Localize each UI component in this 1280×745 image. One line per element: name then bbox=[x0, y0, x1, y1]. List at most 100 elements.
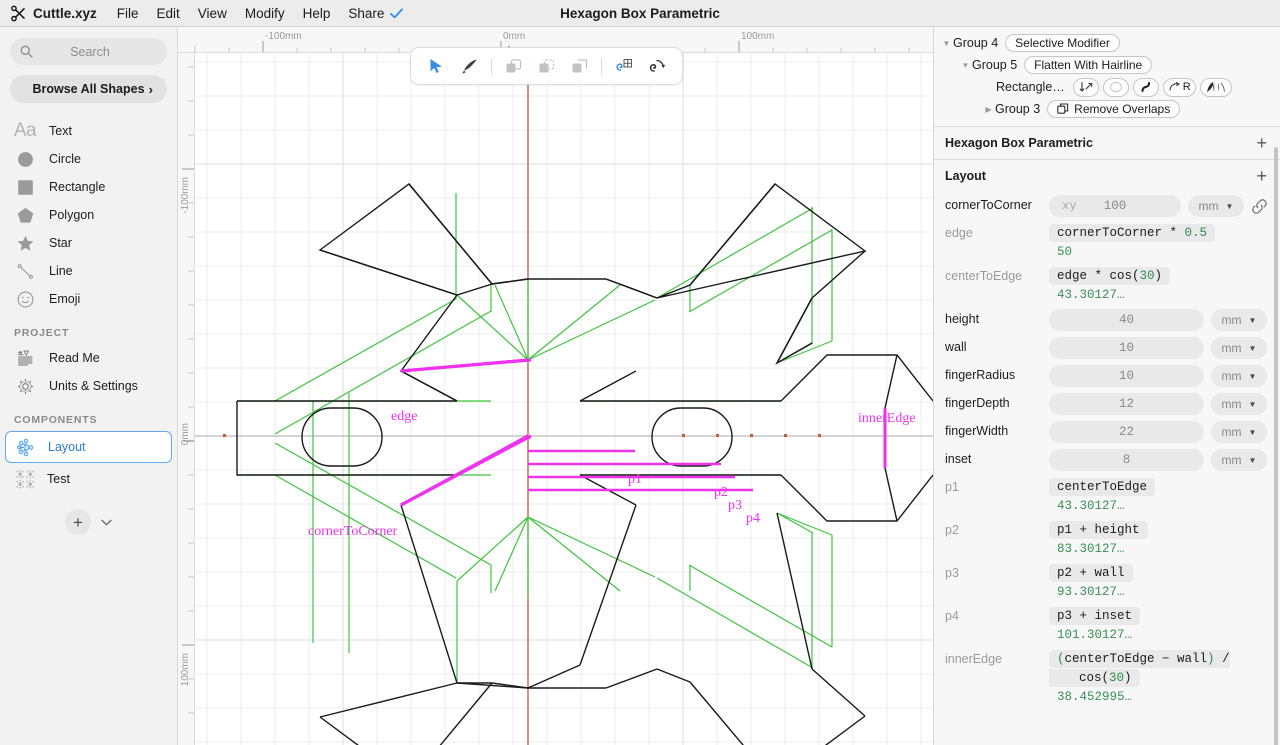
intersect-shapes-icon[interactable] bbox=[563, 51, 596, 81]
menu-modify[interactable]: Modify bbox=[245, 6, 285, 21]
param-expression[interactable]: cornerToCorner * 0.5 bbox=[1049, 224, 1215, 242]
tree-label: Group 5 bbox=[972, 58, 1017, 72]
ruler-label-v-zero: 0mm bbox=[180, 423, 191, 445]
param-value-input[interactable]: xy 100 bbox=[1049, 195, 1181, 217]
tree-row-rectangle[interactable]: Rectangle… R bbox=[934, 76, 1280, 98]
canvas-area[interactable]: -100mm 0mm 100mm bbox=[178, 27, 933, 745]
unit-select[interactable]: mm▼ bbox=[1211, 449, 1267, 471]
pen-nib-icon[interactable] bbox=[453, 51, 486, 81]
param-value-input[interactable]: 40 bbox=[1049, 309, 1204, 331]
param-row-edge: edge cornerToCorner * 0.5 50 bbox=[934, 220, 1280, 263]
rotate-R-icon[interactable]: R bbox=[1163, 78, 1196, 97]
polygon-icon bbox=[14, 204, 36, 226]
link-icon[interactable] bbox=[1251, 199, 1267, 214]
menu-bar: Cuttle.xyz File Edit View Modify Help Sh… bbox=[0, 0, 1280, 27]
dimension-label-innerEdge: innerEdge bbox=[858, 411, 916, 426]
sidebar-item-read-me[interactable]: Read Me bbox=[0, 344, 177, 372]
subtract-shapes-icon[interactable] bbox=[530, 51, 563, 81]
menu-edit[interactable]: Edit bbox=[157, 6, 180, 21]
curve-icon[interactable] bbox=[1133, 78, 1159, 97]
chevron-down-icon[interactable] bbox=[101, 519, 112, 526]
param-value-input[interactable]: 10 bbox=[1049, 365, 1204, 387]
param-label: centerToEdge bbox=[945, 266, 1049, 283]
add-parameter-button[interactable]: + bbox=[1256, 134, 1267, 152]
dimension-label-cornerToCorner: cornerToCorner bbox=[308, 524, 398, 539]
disclosure-triangle-down-icon[interactable]: ▼ bbox=[959, 61, 972, 70]
transform-icon[interactable] bbox=[1073, 78, 1099, 97]
param-expression[interactable]: p2 + wall bbox=[1049, 564, 1133, 582]
add-component-button[interactable]: + bbox=[65, 509, 91, 535]
param-row-fingerRadius: fingerRadius 10 mm▼ bbox=[934, 362, 1280, 390]
shape-tree: ▼ Group 4 Selective Modifier ▼ Group 5 F… bbox=[934, 27, 1280, 126]
sidebar-item-polygon[interactable]: Polygon bbox=[0, 201, 177, 229]
unit-select[interactable]: mm ▼ bbox=[1211, 421, 1267, 443]
union-shapes-icon[interactable] bbox=[497, 51, 530, 81]
param-result: 43.30127… bbox=[1049, 285, 1267, 303]
unit-select[interactable]: mm▼ bbox=[1211, 309, 1267, 331]
grid-repeat-icon[interactable] bbox=[607, 51, 640, 81]
param-expression[interactable]: centerToEdge bbox=[1049, 478, 1155, 496]
menu-share[interactable]: Share bbox=[348, 6, 384, 21]
menu-help[interactable]: Help bbox=[303, 6, 331, 21]
mirror-icon[interactable] bbox=[1200, 78, 1232, 97]
param-row-cornerToCorner: cornerToCorner xy 100 mm ▼ bbox=[934, 192, 1280, 220]
param-expression[interactable]: edge * cos(30) bbox=[1049, 267, 1170, 285]
tree-label: Group 4 bbox=[953, 36, 998, 50]
sidebar-item-star[interactable]: Star bbox=[0, 229, 177, 257]
menu-file[interactable]: File bbox=[117, 6, 139, 21]
disclosure-triangle-right-icon[interactable]: ▶ bbox=[982, 105, 995, 114]
sidebar-item-circle[interactable]: Circle bbox=[0, 145, 177, 173]
unit-select[interactable]: mm▼ bbox=[1211, 365, 1267, 387]
sidebar-item-test[interactable]: Test bbox=[5, 463, 172, 495]
param-value-input[interactable]: 8 bbox=[1049, 449, 1204, 471]
sidebar-item-emoji[interactable]: Emoji bbox=[0, 285, 177, 313]
sidebar-item-units-settings[interactable]: Units & Settings bbox=[0, 372, 177, 400]
param-row-inset: inset 8 mm▼ bbox=[934, 446, 1280, 474]
modifier-badge-label: Remove Overlaps bbox=[1074, 102, 1170, 116]
modifier-badge-selective-modifier[interactable]: Selective Modifier bbox=[1005, 34, 1120, 52]
sidebar-item-rectangle[interactable]: Rectangle bbox=[0, 173, 177, 201]
unit-select[interactable]: mm ▼ bbox=[1188, 195, 1244, 217]
app-brand[interactable]: Cuttle.xyz bbox=[10, 5, 97, 22]
shape-label: Circle bbox=[49, 152, 81, 166]
param-value-input[interactable]: 10 bbox=[1049, 337, 1204, 359]
param-expression[interactable]: p3 + inset bbox=[1049, 607, 1140, 625]
circle-outline-icon[interactable] bbox=[1103, 78, 1129, 97]
panel-scrollbar[interactable] bbox=[1274, 147, 1278, 745]
add-layout-param-button[interactable]: + bbox=[1256, 167, 1267, 185]
sidebar-item-text[interactable]: Aa Text bbox=[0, 117, 177, 145]
param-value-input[interactable]: 12 bbox=[1049, 393, 1204, 415]
tree-row-group5[interactable]: ▼ Group 5 Flatten With Hairline bbox=[934, 54, 1280, 76]
unit-select[interactable]: mm▼ bbox=[1211, 393, 1267, 415]
ruler-label-h-zero: 0mm bbox=[503, 31, 525, 42]
param-expression[interactable]: p1 + height bbox=[1049, 521, 1148, 539]
tree-row-group3[interactable]: ▶ Group 3 Remove Overlaps bbox=[934, 98, 1280, 120]
checkmark-icon bbox=[390, 8, 403, 19]
param-expression[interactable]: (centerToEdge − wall) / cos(30) bbox=[1049, 650, 1230, 687]
param-value-input[interactable]: 22 bbox=[1049, 421, 1204, 443]
drawing-viewport[interactable]: edge cornerToCorner innerEdge p1 p2 p3 p… bbox=[195, 53, 933, 745]
left-sidebar: Search Browse All Shapes › Aa Text Circl… bbox=[0, 27, 178, 745]
menu-view[interactable]: View bbox=[198, 6, 227, 21]
parameter-list: cornerToCorner xy 100 mm ▼ bbox=[934, 192, 1280, 745]
component-title: Hexagon Box Parametric bbox=[945, 136, 1093, 150]
browse-all-shapes-button[interactable]: Browse All Shapes › bbox=[10, 75, 167, 103]
chevron-down-icon: ▼ bbox=[1249, 428, 1257, 437]
chevron-down-icon: ▼ bbox=[1249, 316, 1257, 325]
unit-select[interactable]: mm▼ bbox=[1211, 337, 1267, 359]
sidebar-item-layout[interactable]: Layout bbox=[5, 431, 172, 463]
sidebar-item-line[interactable]: Line bbox=[0, 257, 177, 285]
tree-row-group4[interactable]: ▼ Group 4 Selective Modifier bbox=[934, 32, 1280, 54]
dimension-label-p2: p2 bbox=[714, 485, 728, 500]
unit-label: mm bbox=[1222, 425, 1242, 439]
modifier-badge-remove-overlaps[interactable]: Remove Overlaps bbox=[1047, 100, 1180, 118]
disclosure-triangle-down-icon[interactable]: ▼ bbox=[940, 39, 953, 48]
path-repeat-icon[interactable] bbox=[640, 51, 673, 81]
cursor-arrow-icon[interactable] bbox=[420, 51, 453, 81]
modifier-badge-flatten-with-hairline[interactable]: Flatten With Hairline bbox=[1024, 56, 1152, 74]
param-row-innerEdge: innerEdge (centerToEdge − wall) / cos(30… bbox=[934, 646, 1280, 708]
param-label: inset bbox=[945, 449, 1049, 466]
search-input[interactable]: Search bbox=[10, 38, 167, 65]
app-window: Cuttle.xyz File Edit View Modify Help Sh… bbox=[0, 0, 1280, 745]
ruler-vertical[interactable]: -100mm 0mm 100mm bbox=[178, 53, 195, 745]
